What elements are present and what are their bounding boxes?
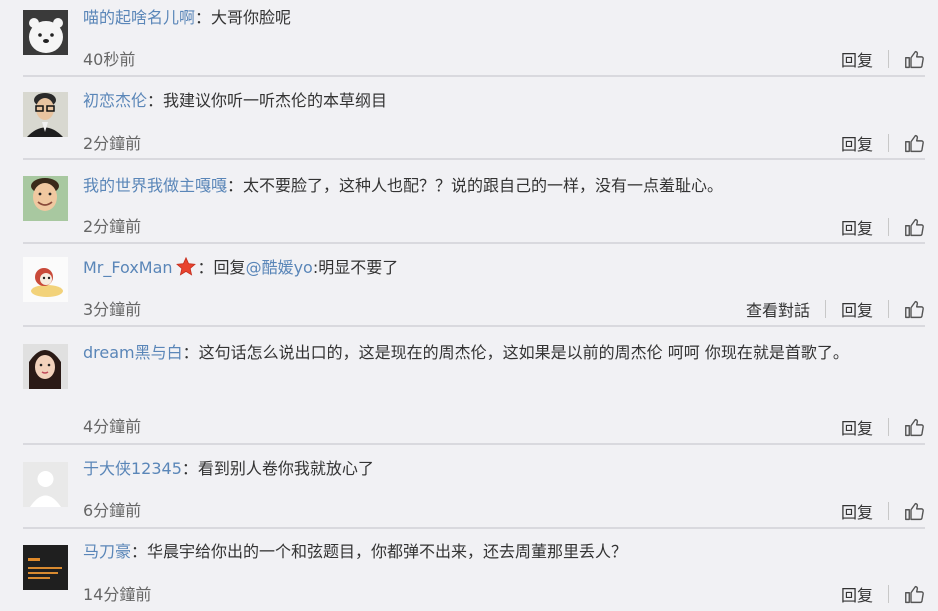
thumbs-up-icon[interactable] <box>904 133 925 154</box>
colon-separator: ： <box>182 343 199 362</box>
action-divider <box>888 134 889 152</box>
mention-link[interactable]: @酷媛yo <box>246 258 313 277</box>
avatar[interactable] <box>23 10 68 55</box>
username-link[interactable]: 于大侠12345 <box>83 459 182 478</box>
comment-item: 于大侠12345：看到别人卷你我就放心了 6分鐘前 回复 <box>0 445 938 529</box>
polar-bear-avatar-icon <box>23 10 68 55</box>
comment-time: 14分鐘前 <box>83 585 152 604</box>
comment-time: 2分鐘前 <box>83 134 142 153</box>
username-link[interactable]: 马刀豪 <box>83 542 131 561</box>
comment-time: 6分鐘前 <box>83 501 142 520</box>
action-divider <box>888 218 889 236</box>
colon-separator: ： <box>147 91 164 110</box>
comment-item: dream黑与白：这句话怎么说出口的，这是现在的周杰伦，这如果是以前的周杰伦 呵… <box>0 328 938 445</box>
comment-time: 2分鐘前 <box>83 217 142 236</box>
action-divider <box>888 50 889 68</box>
action-divider <box>888 585 889 603</box>
reply-button[interactable]: 回复 <box>841 131 873 155</box>
comment-divider <box>23 242 925 244</box>
default-user-avatar-icon <box>23 462 68 507</box>
colon-separator: ： <box>195 8 212 27</box>
avatar[interactable] <box>23 344 68 389</box>
comment-divider <box>23 75 925 77</box>
dark-card-avatar-icon <box>23 545 68 590</box>
avatar[interactable] <box>23 462 68 507</box>
comment-item: 初恋杰伦：我建议你听一听杰伦的本草纲目 2分鐘前 回复 <box>0 78 938 163</box>
comment-text: 这句话怎么说出口的，这是现在的周杰伦，这如果是以前的周杰伦 呵呵 你现在就是首歌… <box>198 343 849 362</box>
comment-item: Mr_FoxMan ：回复@酷媛yo:明显不要了 3分鐘前 查看對話 回复 <box>0 245 938 328</box>
comment-text: 太不要脸了，这种人也配？？说的跟自己的一样，没有一点羞耻心。 <box>243 176 724 195</box>
comment-text: :明显不要了 <box>312 258 399 277</box>
thumbs-up-icon[interactable] <box>904 49 925 70</box>
comment-item: 喵的起啥名儿啊：大哥你脸呢 40秒前 回复 <box>0 0 938 78</box>
comment-text: 看到别人卷你我就放心了 <box>197 459 374 478</box>
username-link[interactable]: Mr_FoxMan <box>83 258 173 277</box>
reply-button[interactable]: 回复 <box>841 215 873 239</box>
reply-button[interactable]: 回复 <box>841 582 873 606</box>
comment-time: 4分鐘前 <box>83 417 142 436</box>
action-divider <box>888 418 889 436</box>
action-divider <box>888 300 889 318</box>
colon-separator: ： <box>181 459 198 478</box>
avatar[interactable] <box>23 92 68 137</box>
reply-button[interactable]: 回复 <box>841 47 873 71</box>
comment-time: 40秒前 <box>83 50 136 69</box>
colon-separator: ： <box>197 258 214 277</box>
view-dialog-button[interactable]: 查看對話 <box>746 297 810 321</box>
thumbs-up-icon[interactable] <box>904 217 925 238</box>
colon-separator: ： <box>131 542 148 561</box>
avatar[interactable] <box>23 257 68 302</box>
username-link[interactable]: 初恋杰伦 <box>83 91 147 110</box>
cartoon-dog-avatar-icon <box>23 257 68 302</box>
comment-text: 华晨宇给你出的一个和弦题目，你都弹不出来，还去周董那里丢人？ <box>147 542 628 561</box>
avatar[interactable] <box>23 545 68 590</box>
colon-separator: ： <box>227 176 244 195</box>
thumbs-up-icon[interactable] <box>904 501 925 522</box>
username-link[interactable]: dream黑与白 <box>83 343 183 362</box>
thumbs-up-icon[interactable] <box>904 299 925 320</box>
reply-button[interactable]: 回复 <box>841 297 873 321</box>
comment-divider <box>23 158 925 160</box>
comment-time: 3分鐘前 <box>83 300 142 319</box>
man-glasses-avatar-icon <box>23 92 68 137</box>
thumbs-up-icon[interactable] <box>904 417 925 438</box>
username-link[interactable]: 喵的起啥名儿啊 <box>83 8 195 27</box>
username-link[interactable]: 我的世界我做主嘎嘎 <box>83 176 227 195</box>
girl-selfie-avatar-icon <box>23 344 68 389</box>
avatar[interactable] <box>23 176 68 221</box>
reply-button[interactable]: 回复 <box>841 499 873 523</box>
comment-item: 我的世界我做主嘎嘎：太不要脸了，这种人也配？？说的跟自己的一样，没有一点羞耻心。… <box>0 163 938 245</box>
comment-text: 我建议你听一听杰伦的本草纲目 <box>163 91 388 110</box>
comment-divider <box>23 325 925 327</box>
comment-text: 大哥你脸呢 <box>211 8 292 27</box>
comment-list: 喵的起啥名儿啊：大哥你脸呢 40秒前 回复 初恋杰伦：我建议你听一听杰伦的本草纲… <box>0 0 938 611</box>
reply-button[interactable]: 回复 <box>841 415 873 439</box>
thumbs-up-icon[interactable] <box>904 584 925 605</box>
star-badge-icon <box>175 257 196 276</box>
action-divider <box>824 300 826 318</box>
action-divider <box>888 502 889 520</box>
reply-prefix: 回复 <box>213 258 246 277</box>
comment-item: 马刀豪：华晨宇给你出的一个和弦题目，你都弹不出来，还去周董那里丢人？ 14分鐘前… <box>0 528 938 611</box>
boy-smiling-avatar-icon <box>23 176 68 221</box>
